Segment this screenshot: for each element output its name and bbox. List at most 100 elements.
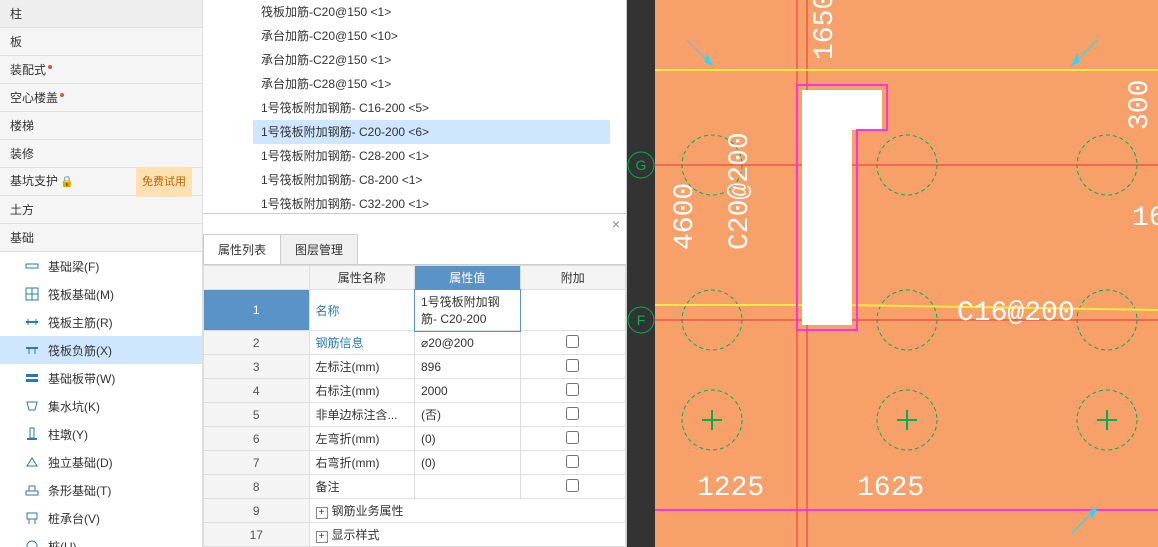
sidebar-item-label: 筏板负筋(X) xyxy=(48,342,112,359)
tree-item[interactable]: 1号筏板附加钢筋- C28-200 <1> xyxy=(253,144,610,168)
category-hollow[interactable]: 空心楼盖 xyxy=(0,84,202,112)
dim-2950: 2950 xyxy=(820,203,851,270)
property-name: 右弯折(mm) xyxy=(309,451,415,475)
grid-icon xyxy=(24,286,40,302)
attach-checkbox[interactable] xyxy=(566,431,579,444)
sidebar-item-iso[interactable]: 独立基础(D) xyxy=(0,448,202,476)
tree-item[interactable]: 承台加筋-C28@150 <1> xyxy=(253,72,610,96)
property-header-attach: 附加 xyxy=(520,266,626,290)
property-value[interactable]: (0) xyxy=(415,427,521,451)
sidebar-item-label: 条形基础(T) xyxy=(48,482,111,499)
property-name: 备注 xyxy=(309,475,415,499)
property-row[interactable]: 2钢筋信息⌀20@200 xyxy=(204,331,626,355)
tree-item[interactable]: 承台加筋-C20@150 <10> xyxy=(253,24,610,48)
property-name: 钢筋信息 xyxy=(309,331,415,355)
attach-checkbox[interactable] xyxy=(566,455,579,468)
cap-icon xyxy=(24,510,40,526)
sidebar-item-label: 筏板主筋(R) xyxy=(48,314,113,331)
dim-16: 16 xyxy=(1132,203,1158,234)
sidebar-item-label: 基础板带(W) xyxy=(48,370,115,387)
sidebar-item-label: 集水坑(K) xyxy=(48,398,100,415)
attach-checkbox[interactable] xyxy=(566,335,579,348)
dim-1225: 1225 xyxy=(697,473,764,504)
sidebar-item-cap[interactable]: 桩承台(V) xyxy=(0,504,202,532)
property-header-blank xyxy=(204,266,310,290)
property-name: 右标注(mm) xyxy=(309,379,415,403)
property-value[interactable]: (0) xyxy=(415,451,521,475)
property-header-value: 属性值 xyxy=(415,266,521,290)
tree-item[interactable]: 1号筏板附加钢筋- C20-200 <6> xyxy=(253,120,610,144)
middle-panel: 筏板加筋-C20@150 <1>承台加筋-C20@150 <10>承台加筋-C2… xyxy=(203,0,627,547)
sidebar-item-cont[interactable]: 条形基础(T) xyxy=(0,476,202,504)
property-row[interactable]: 9+钢筋业务属性 xyxy=(204,499,626,523)
property-value[interactable]: (否) xyxy=(415,403,521,427)
new-dot-icon xyxy=(60,93,64,97)
category-decor[interactable]: 装修 xyxy=(0,140,202,168)
sidebar-item-rebar-main[interactable]: 筏板主筋(R) xyxy=(0,308,202,336)
sidebar-item-label: 柱墩(Y) xyxy=(48,426,88,443)
property-table-body: 1名称1号筏板附加钢筋- C20-2002钢筋信息⌀20@2003左标注(mm)… xyxy=(204,290,626,547)
sidebar-item-label: 基础梁(F) xyxy=(48,258,99,275)
sidebar-item-rebar-neg[interactable]: 筏板负筋(X) xyxy=(0,336,202,364)
component-tree: 筏板加筋-C20@150 <1>承台加筋-C20@150 <10>承台加筋-C2… xyxy=(203,0,626,213)
property-value[interactable]: 896 xyxy=(415,355,521,379)
property-value[interactable]: 2000 xyxy=(415,379,521,403)
property-value[interactable]: ⌀20@200 xyxy=(415,331,521,355)
attach-checkbox[interactable] xyxy=(566,359,579,372)
rebar-main-icon xyxy=(24,314,40,330)
sidebar-item-sump[interactable]: 集水坑(K) xyxy=(0,392,202,420)
rebar-neg-icon xyxy=(24,342,40,358)
sidebar-item-grid[interactable]: 筏板基础(M) xyxy=(0,280,202,308)
sidebar-item-pier[interactable]: 柱墩(Y) xyxy=(0,420,202,448)
category-foundation[interactable]: 基础 xyxy=(0,224,202,252)
iso-icon xyxy=(24,454,40,470)
property-row[interactable]: 3左标注(mm)896 xyxy=(204,355,626,379)
tab-layers[interactable]: 图层管理 xyxy=(280,234,358,264)
property-panel: × 属性列表 图层管理 属性名称 属性值 附加 1名称1号筏板附加钢筋- C20… xyxy=(203,213,626,547)
property-row[interactable]: 1名称1号筏板附加钢筋- C20-200 xyxy=(204,290,626,331)
sidebar-item-strip[interactable]: 基础板带(W) xyxy=(0,364,202,392)
dim-4600: 4600 xyxy=(670,183,701,250)
tree-item[interactable]: 1号筏板附加钢筋- C32-200 <1> xyxy=(253,192,610,213)
tree-item[interactable]: 1号筏板附加钢筋- C16-200 <5> xyxy=(253,96,610,120)
category-slab[interactable]: 板 xyxy=(0,28,202,56)
expand-icon[interactable]: + xyxy=(316,531,328,543)
tree-item[interactable]: 承台加筋-C22@150 <1> xyxy=(253,48,610,72)
property-row[interactable]: 8备注 xyxy=(204,475,626,499)
property-close-icon[interactable]: × xyxy=(203,214,626,234)
dim-300: 300 xyxy=(1125,80,1156,130)
property-row[interactable]: 4右标注(mm)2000 xyxy=(204,379,626,403)
property-tabs: 属性列表 图层管理 xyxy=(203,234,626,265)
left-sidebar: 柱 板 装配式 空心楼盖 楼梯 装修 基坑支护🔒 免费试用 土方 基础 基础梁(… xyxy=(0,0,203,547)
property-row[interactable]: 6左弯折(mm)(0) xyxy=(204,427,626,451)
category-prefab[interactable]: 装配式 xyxy=(0,56,202,84)
attach-checkbox[interactable] xyxy=(566,383,579,396)
category-pillar[interactable]: 柱 xyxy=(0,0,202,28)
attach-checkbox[interactable] xyxy=(566,479,579,492)
tree-item[interactable]: 筏板加筋-C20@150 <1> xyxy=(253,0,610,24)
category-stair[interactable]: 楼梯 xyxy=(0,112,202,140)
dim-c16-200: C16@200 xyxy=(957,298,1075,329)
property-value[interactable]: 1号筏板附加钢筋- C20-200 xyxy=(415,290,521,331)
drawing-canvas[interactable]: G F xyxy=(627,0,1158,547)
pier-icon xyxy=(24,426,40,442)
sidebar-item-beam[interactable]: 基础梁(F) xyxy=(0,252,202,280)
foundation-sublist: 基础梁(F) 筏板基础(M) 筏板主筋(R) 筏板负筋(X) 基础板带(W) 集水坑(K)… xyxy=(0,252,202,547)
tree-item[interactable]: 1号筏板附加钢筋- C8-200 <1> xyxy=(253,168,610,192)
category-earth[interactable]: 土方 xyxy=(0,196,202,224)
dim-1625: 1625 xyxy=(857,473,924,504)
pile-icon xyxy=(24,538,40,547)
property-value[interactable] xyxy=(415,475,521,499)
property-row[interactable]: 5非单边标注含...(否) xyxy=(204,403,626,427)
property-table: 属性名称 属性值 附加 1名称1号筏板附加钢筋- C20-2002钢筋信息⌀20… xyxy=(203,265,626,547)
category-pit[interactable]: 基坑支护🔒 免费试用 xyxy=(0,168,202,196)
expand-icon[interactable]: + xyxy=(316,507,328,519)
attach-checkbox[interactable] xyxy=(566,407,579,420)
property-row[interactable]: 17+显示样式 xyxy=(204,523,626,547)
dim-1650: 1650 xyxy=(810,0,841,60)
property-row[interactable]: 7右弯折(mm)(0) xyxy=(204,451,626,475)
sidebar-item-pile[interactable]: 桩(U) xyxy=(0,532,202,547)
tab-properties[interactable]: 属性列表 xyxy=(203,234,281,264)
trial-badge: 免费试用 xyxy=(136,167,192,197)
axis-label-f: F xyxy=(637,312,646,328)
